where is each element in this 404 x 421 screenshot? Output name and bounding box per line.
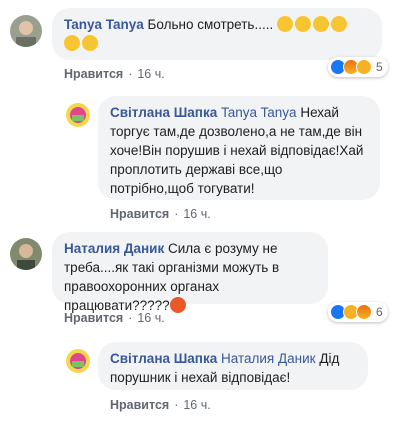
comment-actions: Нравится · 16 ч. xyxy=(64,67,165,81)
reaction-summary[interactable]: 5 xyxy=(328,57,388,77)
timestamp[interactable]: 16 ч. xyxy=(183,398,210,412)
timestamp[interactable]: 16 ч. xyxy=(137,311,164,325)
like-link[interactable]: Нравится xyxy=(64,67,123,81)
timestamp[interactable]: 16 ч. xyxy=(183,207,210,221)
comment-actions: Нравится · 16 ч. xyxy=(110,207,211,221)
like-link[interactable]: Нравится xyxy=(110,207,169,221)
pensive-face-icon xyxy=(64,35,80,51)
comment-actions: Нравится · 16 ч. xyxy=(110,398,211,412)
reply-bubble: Світлана Шапка Tanya Tanya Нехай торгує … xyxy=(98,96,380,200)
sad-reaction-icon xyxy=(356,59,372,75)
reply-bubble: Світлана Шапка Наталия Даник Дід порушни… xyxy=(98,342,368,390)
reaction-summary[interactable]: 6 xyxy=(328,302,388,322)
avatar[interactable] xyxy=(10,238,42,270)
pensive-face-icon xyxy=(294,16,311,32)
angry-face-icon xyxy=(169,297,186,313)
timestamp[interactable]: 16 ч. xyxy=(137,67,164,81)
comment-author[interactable]: Наталия Даник xyxy=(64,241,164,256)
comment-bubble: Tanya Tanya Больно смотреть..... xyxy=(52,8,382,60)
comment-author[interactable]: Світлана Шапка xyxy=(110,351,217,366)
comment-author[interactable]: Tanya Tanya xyxy=(64,17,144,32)
comment-author[interactable]: Світлана Шапка xyxy=(110,105,217,120)
avatar[interactable] xyxy=(10,15,42,47)
avatar[interactable] xyxy=(66,349,90,373)
comment-bubble: Наталия Даник Сила є розуму не треба....… xyxy=(52,232,328,313)
like-link[interactable]: Нравится xyxy=(110,398,169,412)
avatar[interactable] xyxy=(66,103,90,127)
angry-reaction-icon xyxy=(356,304,372,320)
mention-link[interactable]: Наталия Даник xyxy=(221,351,316,366)
reaction-count: 6 xyxy=(376,305,383,319)
reaction-count: 5 xyxy=(376,60,383,74)
pensive-face-icon xyxy=(312,16,329,32)
mention-link[interactable]: Tanya Tanya xyxy=(221,105,297,120)
comment-text: Больно смотреть..... xyxy=(147,17,274,32)
like-link[interactable]: Нравится xyxy=(64,311,123,325)
pensive-face-icon xyxy=(276,16,293,32)
comment-actions: Нравится · 16 ч. xyxy=(64,311,165,325)
pensive-face-icon xyxy=(330,16,347,32)
pensive-face-icon xyxy=(82,35,98,51)
